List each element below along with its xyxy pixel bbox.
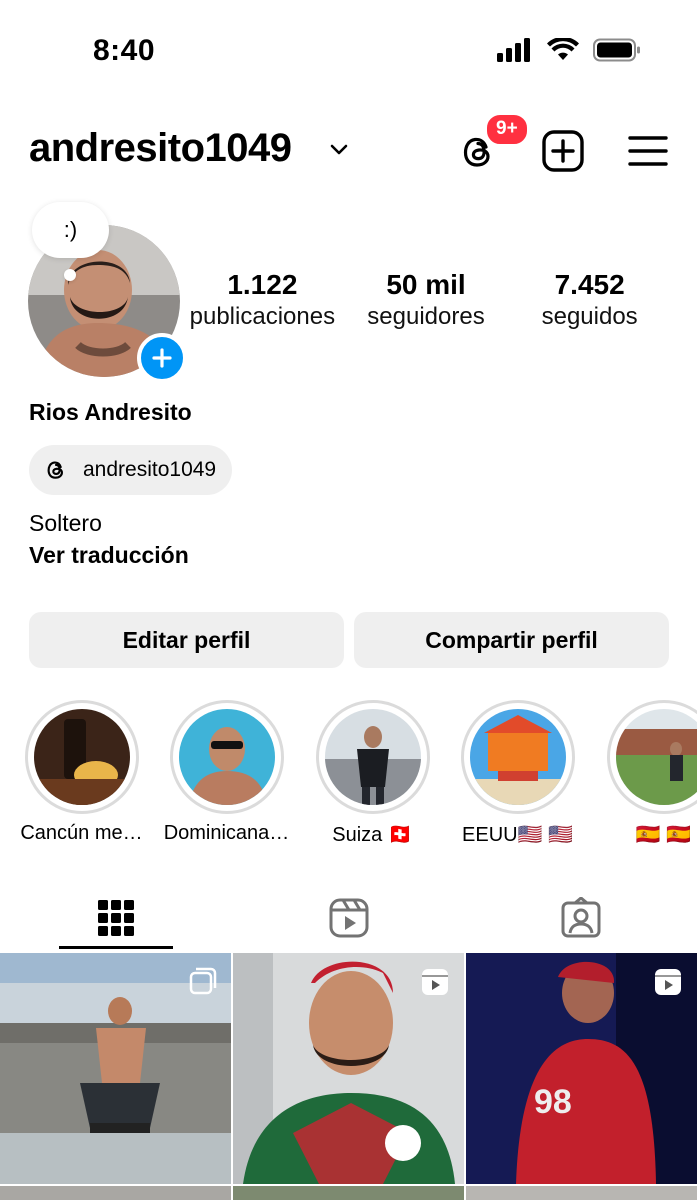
stat-followers[interactable]: 50 mil seguidores: [339, 268, 514, 332]
threads-handle: andresito1049: [83, 458, 217, 481]
plus-icon: [152, 348, 172, 368]
note-bubble-tail: [64, 269, 76, 281]
stat-posts[interactable]: 1.122 publicaciones: [186, 268, 339, 332]
highlight-ring: [606, 700, 697, 814]
reel-icon: [422, 969, 448, 995]
highlight-label: EEUU🇺🇸 🇺🇸: [462, 824, 573, 846]
edit-profile-button[interactable]: Editar perfil: [29, 612, 344, 668]
status-time: 8:40: [93, 34, 156, 67]
highlight-cover: [324, 709, 421, 805]
highlight-label: Cancún me…: [20, 822, 143, 844]
grid-post[interactable]: [233, 953, 464, 1184]
profile-tabs: [0, 884, 697, 952]
highlight-label: Suiza 🇨🇭: [332, 824, 413, 846]
highlight-item[interactable]: 🇪🇸 🇪🇸: [591, 700, 697, 847]
threads-notification-badge: 9+: [484, 112, 530, 147]
stat-value: 1.122: [227, 269, 298, 300]
username-title[interactable]: andresito1049: [29, 126, 292, 171]
tab-tagged[interactable]: [465, 884, 697, 952]
note-text: :): [63, 217, 78, 242]
carousel-icon: [189, 967, 217, 995]
status-bar: 8:40: [0, 0, 697, 100]
highlight-label: 🇪🇸 🇪🇸: [635, 824, 692, 846]
note-bubble[interactable]: :): [32, 202, 109, 258]
highlight-item[interactable]: Cancún me…: [9, 700, 154, 845]
highlight-cover: [178, 709, 275, 805]
wifi-icon: [547, 38, 579, 60]
reels-icon: [329, 898, 368, 938]
stat-following[interactable]: 7.452 seguidos: [513, 268, 666, 332]
highlight-item[interactable]: Suiza 🇨🇭: [300, 700, 445, 847]
highlight-ring: [315, 700, 430, 814]
svg-text:98: 98: [534, 1083, 572, 1121]
active-tab-indicator: [59, 946, 173, 949]
see-translation-link[interactable]: Ver traducción: [29, 542, 189, 569]
tagged-user-icon: [561, 897, 601, 938]
grid-post[interactable]: 98: [466, 953, 697, 1184]
status-icons: [497, 38, 641, 62]
highlight-item[interactable]: Dominicana…: [154, 700, 299, 845]
tab-grid[interactable]: [0, 884, 232, 952]
highlight-cover: [615, 709, 697, 805]
profile-stats: 1.122 publicaciones 50 mil seguidores 7.…: [186, 268, 666, 332]
threads-icon: [47, 461, 63, 479]
battery-icon: [593, 38, 640, 62]
highlight-cover: [469, 709, 566, 805]
profile-header: andresito1049 9+: [0, 112, 697, 180]
threads-profile-link[interactable]: andresito1049: [29, 445, 233, 495]
stat-value: 7.452: [554, 269, 625, 300]
share-profile-button[interactable]: Compartir perfil: [354, 612, 669, 668]
create-post-icon[interactable]: [541, 129, 585, 173]
grid-post[interactable]: [0, 953, 231, 1184]
stat-label: seguidores: [367, 303, 485, 330]
stat-label: seguidos: [541, 303, 638, 330]
cellular-signal-icon: [497, 38, 530, 62]
display-name: Rios Andresito: [29, 399, 192, 425]
reel-icon: [655, 969, 681, 995]
grid-post[interactable]: [466, 1186, 697, 1200]
hamburger-menu-icon[interactable]: [628, 134, 668, 168]
highlight-ring: [169, 700, 284, 814]
highlight-label: Dominicana…: [163, 822, 290, 844]
stat-label: publicaciones: [189, 303, 336, 330]
stat-value: 50 mil: [386, 269, 466, 300]
tab-reels[interactable]: [232, 884, 465, 952]
grid-post[interactable]: [233, 1186, 464, 1200]
highlight-ring: [24, 700, 139, 814]
add-story-button[interactable]: [137, 333, 187, 383]
chevron-down-icon[interactable]: [328, 138, 350, 160]
highlight-ring: [460, 700, 575, 814]
story-highlights: Cancún me… Dominicana… Suiza 🇨🇭 EEUU🇺🇸 🇺…: [0, 700, 697, 850]
bio-text: Soltero: [29, 510, 102, 536]
grid-post[interactable]: [0, 1186, 231, 1200]
highlight-item[interactable]: EEUU🇺🇸 🇺🇸: [445, 700, 590, 847]
highlight-cover: [33, 709, 130, 805]
grid-icon: [98, 900, 134, 936]
